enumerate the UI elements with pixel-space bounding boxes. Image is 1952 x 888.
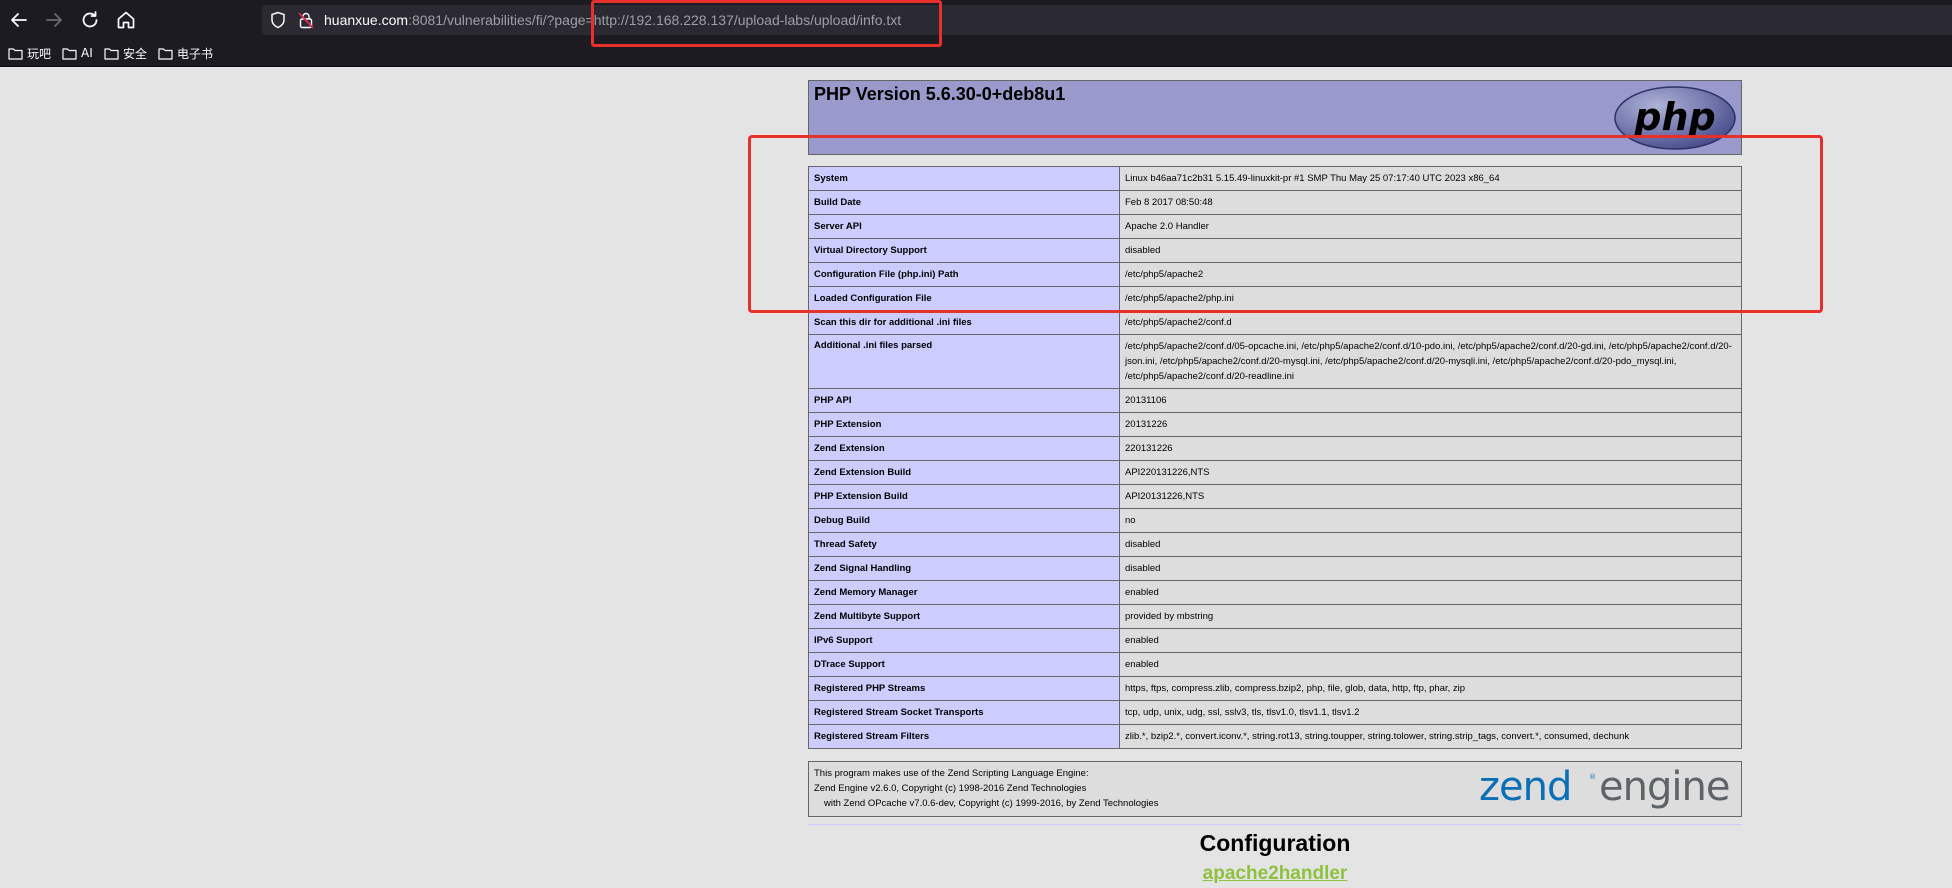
table-row: Zend Extension Build API220131226,NTS (808, 460, 1742, 485)
reload-button[interactable] (78, 8, 102, 32)
tracking-shield-icon[interactable] (270, 11, 286, 29)
folder-icon (158, 47, 173, 60)
row-value: enabled (1119, 652, 1742, 677)
row-value: zlib.*, bzip2.*, convert.iconv.*, string… (1119, 724, 1742, 749)
apache2handler-link[interactable]: apache2handler (808, 863, 1742, 885)
table-row: Additional .ini files parsed/etc/php5/ap… (808, 334, 1742, 389)
table-row: DTrace Support enabled (808, 652, 1742, 677)
annotation-highlight-box (748, 135, 1823, 313)
page-content: PHP Version 5.6.30-0+deb8u1 php System Li… (0, 68, 1952, 888)
row-value: provided by mbstring (1119, 604, 1742, 629)
row-key: PHP API (808, 388, 1120, 413)
row-key: Registered PHP Streams (808, 676, 1120, 701)
divider (808, 824, 1742, 825)
annotation-url-highlight (591, 0, 942, 47)
row-key: Zend Signal Handling (808, 556, 1120, 581)
back-button[interactable] (7, 8, 31, 32)
page-title: PHP Version 5.6.30-0+deb8u1 (814, 84, 1066, 104)
row-value: /etc/php5/apache2/conf.d (1119, 310, 1742, 335)
table-row: Debug Build no (808, 508, 1742, 533)
row-value: API20131226,NTS (1119, 484, 1742, 509)
row-key: Zend Multibyte Support (808, 604, 1120, 629)
url-bar[interactable]: huanxue.com:8081/vulnerabilities/fi/?pag… (262, 5, 1952, 35)
bookmark-folder-anquan[interactable]: 安全 (104, 44, 147, 62)
forward-button[interactable] (42, 8, 66, 32)
row-value: API220131226,NTS (1119, 460, 1742, 485)
bookmark-folder-ai[interactable]: AI (62, 44, 93, 62)
row-key: Registered Stream Socket Transports (808, 700, 1120, 725)
zend-info-text: This program makes use of the Zend Scrip… (814, 766, 1158, 811)
url-host: huanxue.com (324, 12, 409, 28)
table-row: IPv6 Support enabled (808, 628, 1742, 653)
bookmark-folder-dianzishu[interactable]: 电子书 (158, 44, 213, 62)
row-value: enabled (1119, 628, 1742, 653)
zend-line-1: This program makes use of the Zend Scrip… (814, 768, 1089, 779)
engine-logo-word: engine (1599, 764, 1729, 810)
table-row: Scan this dir for additional .ini files /… (808, 310, 1742, 335)
row-value: https, ftps, compress.zlib, compress.bzi… (1119, 676, 1742, 701)
table-row: Registered Stream Filters zlib.*, bzip2.*… (808, 724, 1742, 749)
row-key: Thread Safety (808, 532, 1120, 557)
zend-logo-word: zend (1479, 764, 1571, 810)
row-key: Zend Memory Manager (808, 580, 1120, 605)
row-key: PHP Extension (808, 412, 1120, 437)
row-key: Zend Extension Build (808, 460, 1120, 485)
row-value: enabled (1119, 580, 1742, 605)
insecure-lock-icon[interactable] (298, 11, 314, 29)
bookmark-label: 玩吧 (27, 46, 52, 61)
table-row: Zend Memory Manager enabled (808, 580, 1742, 605)
row-key: Registered Stream Filters (808, 724, 1120, 749)
folder-icon (62, 47, 77, 60)
home-icon (117, 11, 135, 29)
row-key: Debug Build (808, 508, 1120, 533)
home-button[interactable] (114, 8, 138, 32)
row-key: Additional .ini files parsed (808, 334, 1120, 389)
table-row: PHP API 20131106 (808, 388, 1742, 413)
table-row: Registered PHP Streams https, ftps, compr… (808, 676, 1742, 701)
row-value: disabled (1119, 556, 1742, 581)
row-value: 20131226 (1119, 412, 1742, 437)
row-value: 20131106 (1119, 388, 1742, 413)
bookmarks-toolbar: 玩吧 AI 安全 电子书 (0, 40, 1952, 67)
table-row: Thread Safety disabled (808, 532, 1742, 557)
table-row: Registered Stream Socket Transports tcp, … (808, 700, 1742, 725)
svg-text:®: ® (1589, 773, 1596, 781)
row-value: 220131226 (1119, 436, 1742, 461)
table-row: PHP Extension 20131226 (808, 412, 1742, 437)
row-value: /etc/php5/apache2/conf.d/05-opcache.ini,… (1119, 334, 1742, 389)
row-key: PHP Extension Build (808, 484, 1120, 509)
zend-engine-box: This program makes use of the Zend Scrip… (808, 761, 1742, 817)
bookmark-folder-wanba[interactable]: 玩吧 (8, 44, 51, 62)
browser-toolbar: huanxue.com:8081/vulnerabilities/fi/?pag… (0, 0, 1952, 40)
php-logo-text: php (1633, 95, 1715, 139)
row-value: no (1119, 508, 1742, 533)
zend-line-2: Zend Engine v2.6.0, Copyright (c) 1998-2… (814, 783, 1087, 794)
folder-icon (8, 47, 23, 60)
bookmark-label: 安全 (123, 46, 148, 61)
row-key: Zend Extension (808, 436, 1120, 461)
row-key: Scan this dir for additional .ini files (808, 310, 1120, 335)
configuration-heading: Configuration (1199, 830, 1351, 856)
zend-line-3: with Zend OPcache v7.0.6-dev, Copyright … (824, 798, 1159, 809)
table-row: Zend Signal Handling disabled (808, 556, 1742, 581)
arrow-right-icon (46, 13, 62, 27)
table-row: PHP Extension Build API20131226,NTS (808, 484, 1742, 509)
row-key: DTrace Support (808, 652, 1120, 677)
bookmark-label: AI (81, 46, 93, 60)
folder-icon (104, 47, 119, 60)
bookmark-label: 电子书 (177, 46, 214, 61)
row-value: disabled (1119, 532, 1742, 557)
row-key: IPv6 Support (808, 628, 1120, 653)
table-row: Zend Extension 220131226 (808, 436, 1742, 461)
table-row: Zend Multibyte Support provided by mbstri… (808, 604, 1742, 629)
row-value: tcp, udp, unix, udg, ssl, sslv3, tls, tl… (1119, 700, 1742, 725)
reload-icon (82, 11, 98, 28)
zend-engine-logo[interactable]: zend ® engine (1477, 764, 1737, 814)
arrow-left-icon (11, 13, 27, 27)
